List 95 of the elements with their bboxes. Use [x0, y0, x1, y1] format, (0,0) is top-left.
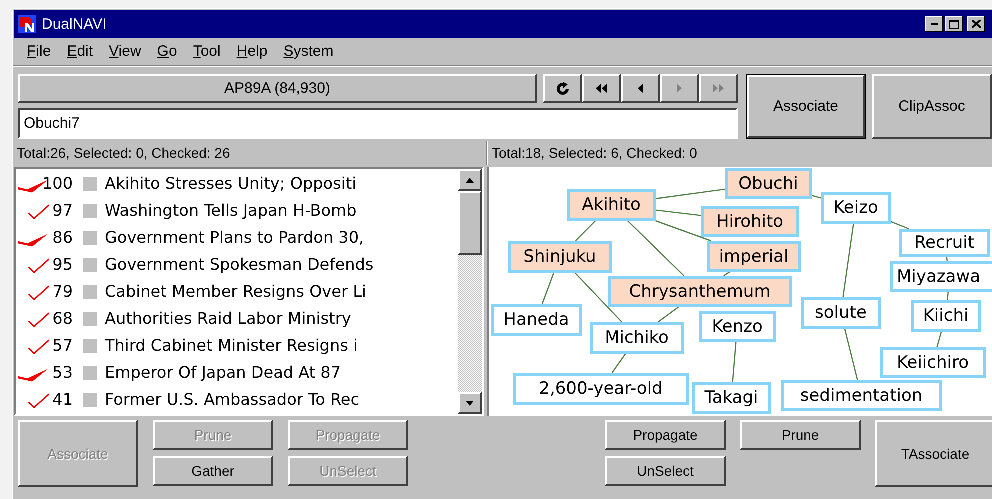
- graph-edge: [936, 332, 942, 348]
- term-node[interactable]: Keizo: [821, 192, 891, 224]
- document-title[interactable]: Washington Tells Japan H-Bomb: [105, 201, 357, 220]
- check-icon[interactable]: [28, 312, 50, 328]
- nav-button[interactable]: [621, 74, 660, 103]
- term-node[interactable]: Kenzo: [699, 311, 776, 342]
- document-title[interactable]: Former U.S. Ambassador To Rec: [105, 390, 360, 409]
- check-icon[interactable]: [28, 285, 50, 301]
- fast-forward-icon: [712, 84, 724, 93]
- query-field[interactable]: Obuchi7: [18, 108, 738, 139]
- term-node[interactable]: Recruit: [899, 229, 990, 257]
- score: 86: [52, 228, 73, 247]
- graph-edge: [612, 354, 626, 374]
- term-node[interactable]: Miyazawa: [890, 261, 992, 292]
- status-text: Total:18, Selected: 6, Checked: 0: [492, 145, 698, 161]
- up-arrow-icon: [466, 178, 474, 182]
- scrollbar[interactable]: [458, 169, 482, 414]
- score: 100: [42, 174, 73, 193]
- score: 95: [52, 255, 73, 274]
- maximize-button[interactable]: [945, 16, 963, 32]
- document-title[interactable]: Akihito Stresses Unity; Oppositi: [105, 174, 357, 193]
- menu-item[interactable]: Help: [228, 43, 276, 60]
- graph-edge: [656, 210, 702, 216]
- graph-edge: [574, 272, 622, 322]
- nav-button[interactable]: [543, 74, 582, 103]
- document-title[interactable]: Government Plans to Pardon 30,: [105, 228, 364, 247]
- left-triangle-icon: [638, 84, 643, 93]
- graph-edge: [844, 328, 858, 380]
- graph-edge: [656, 188, 726, 200]
- score: 68: [52, 309, 73, 328]
- app-icon: [18, 15, 36, 33]
- down-arrow-icon: [466, 400, 474, 406]
- check-icon[interactable]: [28, 393, 50, 409]
- right-triangle-icon: [677, 84, 682, 93]
- graph-edge: [946, 256, 948, 262]
- check-icon[interactable]: [28, 258, 50, 274]
- action-button[interactable]: TAssociate: [875, 420, 992, 487]
- menu-item[interactable]: Tool: [185, 43, 229, 60]
- document-title[interactable]: Cabinet Member Resigns Over Li: [105, 282, 366, 301]
- graph-edge: [890, 221, 910, 230]
- document-title[interactable]: Third Cabinet Minister Resigns i: [105, 336, 358, 355]
- document-title[interactable]: Authorities Raid Labor Ministry: [105, 309, 352, 328]
- graph-edge: [812, 195, 822, 199]
- term-node[interactable]: Hirohito: [701, 206, 799, 237]
- database-button[interactable]: AP89A (84,930): [18, 74, 537, 103]
- status-text: Total:26, Selected: 0, Checked: 26: [16, 145, 232, 161]
- clip-associate-button[interactable]: ClipAssoc: [872, 74, 992, 139]
- refresh-icon: [556, 82, 570, 96]
- term-node[interactable]: Haneda: [491, 304, 582, 336]
- term-node[interactable]: 2,600-year-old: [513, 373, 689, 405]
- score: 41: [52, 390, 73, 409]
- close-button[interactable]: [967, 16, 985, 32]
- rewind-icon: [596, 84, 608, 93]
- term-node[interactable]: Keiichiro: [880, 347, 986, 378]
- graph-edge: [732, 342, 737, 382]
- action-button[interactable]: UnSelect: [605, 456, 726, 486]
- term-node[interactable]: Takagi: [692, 382, 771, 414]
- term-node[interactable]: imperial: [707, 241, 801, 272]
- minimize-icon: [930, 23, 938, 25]
- score: 97: [52, 201, 73, 220]
- action-button[interactable]: Prune: [740, 420, 861, 450]
- window-title: DualNAVI: [42, 16, 108, 32]
- graph-edge: [947, 292, 950, 300]
- close-icon: [972, 20, 980, 28]
- term-node[interactable]: Akihito: [567, 189, 656, 221]
- minimize-button[interactable]: [925, 16, 943, 32]
- menu-item[interactable]: Edit: [59, 43, 102, 60]
- score: 53: [52, 363, 73, 382]
- term-node[interactable]: Chrysanthemum: [608, 276, 792, 307]
- action-button[interactable]: Gather: [153, 456, 273, 486]
- check-icon[interactable]: [28, 339, 50, 355]
- menu-item[interactable]: System: [276, 43, 342, 60]
- check-icon[interactable]: [28, 204, 50, 220]
- check-icon[interactable]: [18, 368, 50, 382]
- document-title[interactable]: Government Spokesman Defends: [105, 255, 374, 274]
- graph-edge: [542, 272, 555, 304]
- term-node[interactable]: Obuchi: [725, 168, 812, 199]
- check-icon[interactable]: [18, 233, 50, 247]
- score: 79: [52, 282, 73, 301]
- term-node[interactable]: solute: [801, 297, 881, 329]
- term-node[interactable]: Shinjuku: [508, 241, 612, 273]
- menu-item[interactable]: File: [19, 43, 60, 60]
- menu-item[interactable]: Go: [149, 43, 186, 60]
- term-node[interactable]: Kiichi: [911, 300, 981, 332]
- score: 57: [52, 336, 73, 355]
- graph-edge: [575, 220, 596, 242]
- associate-button[interactable]: Associate: [746, 74, 866, 139]
- menu-item[interactable]: View: [101, 43, 150, 60]
- term-node[interactable]: sedimentation: [781, 380, 942, 411]
- term-node[interactable]: Michiko: [590, 322, 684, 354]
- nav-button[interactable]: [582, 74, 621, 103]
- graph-edge: [658, 306, 680, 322]
- maximize-icon: [949, 20, 959, 28]
- document-title[interactable]: Emperor Of Japan Dead At 87: [105, 363, 341, 382]
- action-button[interactable]: Propagate: [605, 420, 726, 450]
